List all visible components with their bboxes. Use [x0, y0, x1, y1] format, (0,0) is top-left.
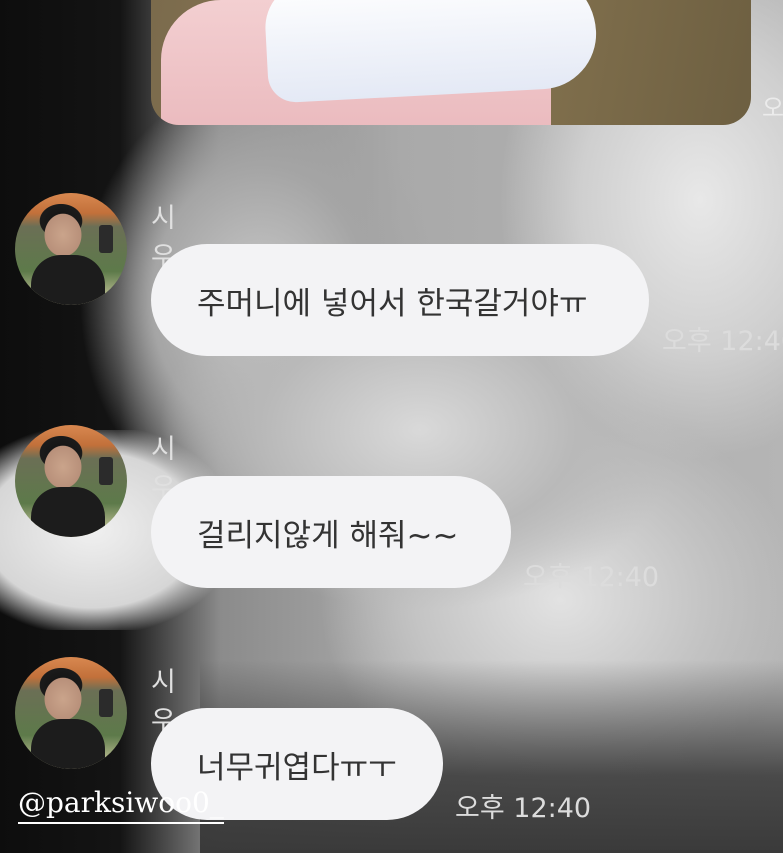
message-time: 오후 12:40 — [523, 562, 660, 593]
avatar-figure — [31, 719, 105, 769]
avatar-phone — [99, 689, 113, 717]
message-time: 오후 12:40 — [662, 326, 783, 357]
photo-white-cloth — [263, 0, 599, 104]
message-text: 너무귀엽다ㅠㅜ — [197, 749, 397, 786]
message-text: 주머니에 넣어서 한국갈거야ㅠ — [197, 285, 588, 322]
avatar-phone — [99, 225, 113, 253]
message-bubble[interactable]: 주머니에 넣어서 한국갈거야ㅠ — [151, 244, 649, 356]
avatar[interactable] — [15, 657, 127, 769]
avatar-phone — [99, 457, 113, 485]
message-time: 오후 12:40 — [455, 793, 592, 824]
message-text: 걸리지않게 해줘~~ — [197, 517, 459, 554]
photo-timestamp: 오 — [762, 94, 783, 122]
avatar[interactable] — [15, 425, 127, 537]
message-bubble[interactable]: 걸리지않게 해줘~~ — [151, 476, 511, 588]
avatar[interactable] — [15, 193, 127, 305]
avatar-figure — [31, 487, 105, 537]
avatar-figure — [31, 255, 105, 305]
shared-photo-message[interactable] — [151, 0, 751, 125]
watermark-handle: @parksiwoo0_ — [18, 784, 224, 824]
